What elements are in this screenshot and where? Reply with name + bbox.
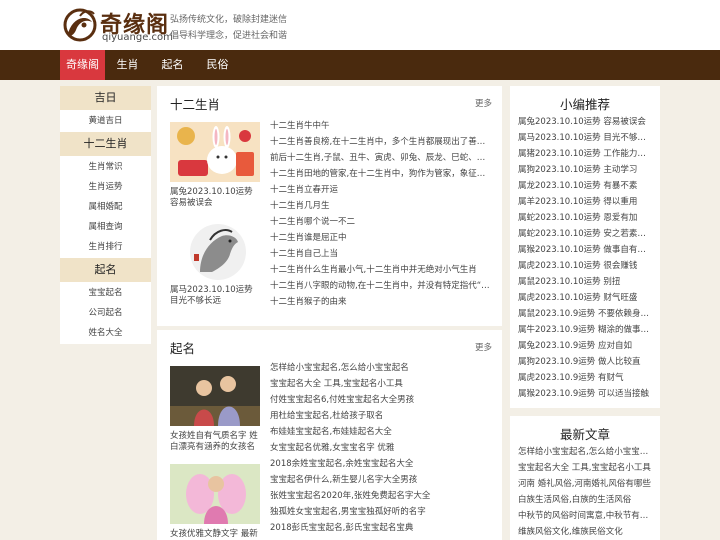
list-item[interactable]: 中秋节的风俗时间寓意,中秋节有哪些风俗 xyxy=(518,508,654,524)
slogan-line-2: 倡导科学理念，促进社会和谐 xyxy=(170,31,288,41)
list-item[interactable]: 2018彭氏宝宝起名,彭氏宝宝起名宝典 xyxy=(270,520,492,536)
category-heading-lucky-day: 吉日 xyxy=(60,86,151,110)
site-header: 奇缘阁 qiyuange.com 弘扬传统文化，破除封建迷信 倡导科学理念，促进… xyxy=(0,0,720,50)
list-item[interactable]: 属鼠2023.10.9运势 不要依赖身边人 xyxy=(518,306,654,322)
fairy-girl-caption[interactable]: 女孩优雅文静文字 最新 xyxy=(170,529,262,540)
list-item[interactable]: 宝宝起名大全 工具,宝宝起名小工具 xyxy=(518,460,654,476)
nav-item-naming[interactable]: 起名 xyxy=(150,50,195,80)
sidebar-item-baby-naming[interactable]: 宝宝起名 xyxy=(60,284,151,302)
list-item[interactable]: 属蛇2023.10.10运势 安之若素的心态 xyxy=(518,226,654,242)
list-item[interactable]: 十二生肖立春开运 xyxy=(270,182,492,198)
list-item[interactable]: 怎样给小宝宝起名,怎么给小宝宝起名 xyxy=(518,444,654,460)
naming-link-list: 怎样给小宝宝起名,怎么给小宝宝起名 宝宝起名大全 工具,宝宝起名小工具 付姓宝宝… xyxy=(270,360,492,536)
list-item[interactable]: 属马2023.10.10运势 目光不够长远 xyxy=(518,130,654,146)
list-item[interactable]: 属虎2023.10.10运势 财气旺盛 xyxy=(518,290,654,306)
editor-picks-title: 小编推荐 xyxy=(559,97,610,112)
list-item[interactable]: 用杜给宝宝起名,杜给孩子取名 xyxy=(270,408,492,424)
list-item[interactable]: 河南 婚礼风俗,河南婚礼风俗有哪些 xyxy=(518,476,654,492)
nav-item-zodiac[interactable]: 生肖 xyxy=(105,50,150,80)
rabbit-caption[interactable]: 属兔2023.10.10运势 容易被误会 xyxy=(170,187,262,209)
rabbit-illustration-icon xyxy=(170,122,260,182)
naming-panel-title: 起名 xyxy=(170,341,196,356)
girls-caption[interactable]: 女孩姓自有气质名字 姓白漂亮有涵养的女孩名 xyxy=(170,431,262,453)
list-item[interactable]: 十二生肖几月生 xyxy=(270,198,492,214)
list-item[interactable]: 十二生肖牛中午 xyxy=(270,118,492,134)
list-item[interactable]: 前后十二生肖,子鼠、丑牛、寅虎、卯兔、辰龙、巳蛇、午马、未羊 xyxy=(270,150,492,166)
zodiac-more-link[interactable]: 更多 xyxy=(475,97,492,109)
list-item[interactable]: 宝宝起名伊什么,新生婴儿名字大全男孩 xyxy=(270,472,492,488)
list-item[interactable]: 张姓宝宝起名2020年,张姓免费起名字大全 xyxy=(270,488,492,504)
site-logo[interactable]: 奇缘阁 qiyuange.com xyxy=(60,4,173,46)
rabbit-thumbnail[interactable] xyxy=(170,122,260,182)
list-item[interactable]: 布娃娃宝宝起名,布娃娃起名大全 xyxy=(270,424,492,440)
zodiac-panel-title: 十二生肖 xyxy=(170,97,221,112)
sidebar-item-name-library[interactable]: 姓名大全 xyxy=(60,324,151,342)
editor-picks-panel: 小编推荐 属兔2023.10.10运势 容易被误会 属马2023.10.10运势… xyxy=(510,86,660,408)
list-item[interactable]: 属鼠2023.10.10运势 别扭 xyxy=(518,274,654,290)
logo-domain: qiyuange.com xyxy=(102,32,173,43)
sidebar-item-zodiac-ranking[interactable]: 生肖排行 xyxy=(60,238,151,256)
list-item[interactable]: 十二生肖自己上当 xyxy=(270,246,492,262)
list-item[interactable]: 十二生肖八字眼的动物,在十二生肖中，并没有特定指代“八字眼” xyxy=(270,278,492,294)
naming-more-link[interactable]: 更多 xyxy=(475,341,492,353)
list-item[interactable]: 女宝宝起名优雅,女宝宝名字 优雅 xyxy=(270,440,492,456)
category-sidebar: 吉日 黄道吉日 十二生肖 生肖常识 生肖运势 属相婚配 属相查询 生肖排行 起名… xyxy=(60,86,151,344)
horse-caption[interactable]: 属马2023.10.10运势 目光不够长远 xyxy=(170,285,262,307)
dragon-logo-icon xyxy=(63,8,97,42)
slogan-line-1: 弘扬传统文化，破除封建迷信 xyxy=(170,15,288,25)
list-item[interactable]: 属龙2023.10.10运势 有暴不素 xyxy=(518,178,654,194)
list-item[interactable]: 属狗2023.10.10运势 主动学习 xyxy=(518,162,654,178)
fairy-girl-thumbnail[interactable] xyxy=(170,464,260,524)
list-item[interactable]: 独孤姓女宝宝起名,男宝宝独孤好听的名字 xyxy=(270,504,492,520)
list-item[interactable]: 付姓宝宝起名6,付姓宝宝起名大全男孩 xyxy=(270,392,492,408)
list-item[interactable]: 属羊2023.10.10运势 得以重用 xyxy=(518,194,654,210)
list-item[interactable]: 属牛2023.10.9运势 糊涂的做事方式 xyxy=(518,322,654,338)
list-item[interactable]: 属蛇2023.10.10运势 恩爱有加 xyxy=(518,210,654,226)
list-item[interactable]: 属虎2023.10.10运势 很会赚钱 xyxy=(518,258,654,274)
list-item[interactable]: 属兔2023.10.9运势 应对自如 xyxy=(518,338,654,354)
sidebar-item-zodiac-match[interactable]: 属相婚配 xyxy=(60,198,151,216)
sidebar-item-zodiac-basics[interactable]: 生肖常识 xyxy=(60,158,151,176)
zodiac-panel: 十二生肖 更多 属兔2023.10.10运势 容易被误会 属马2023.10.1… xyxy=(157,86,502,326)
category-heading-zodiac: 十二生肖 xyxy=(60,132,151,156)
list-item[interactable]: 属猴2023.10.9运势 可以适当接触 xyxy=(518,386,654,402)
list-item[interactable]: 属狗2023.10.9运势 做人比较直 xyxy=(518,354,654,370)
list-item[interactable]: 属虎2023.10.9运势 有财气 xyxy=(518,370,654,386)
list-item[interactable]: 白族生活风俗,白族的生活风俗 xyxy=(518,492,654,508)
list-item[interactable]: 十二生肖什么生肖最小气,十二生肖中并无绝对小气生肖 xyxy=(270,262,492,278)
list-item[interactable]: 宝宝起名大全 工具,宝宝起名小工具 xyxy=(270,376,492,392)
sidebar-item-zodiac-fortune[interactable]: 生肖运势 xyxy=(60,178,151,196)
sidebar-item-almanac[interactable]: 黄道吉日 xyxy=(60,112,151,130)
list-item[interactable]: 十二生肖谁是屈正中 xyxy=(270,230,492,246)
list-item[interactable]: 十二生肖哪个说一不二 xyxy=(270,214,492,230)
horse-thumbnail[interactable] xyxy=(170,220,260,280)
fairy-girl-photo-icon xyxy=(170,464,260,524)
girls-photo-icon xyxy=(170,366,260,426)
list-item[interactable]: 怎样给小宝宝起名,怎么给小宝宝起名 xyxy=(270,360,492,376)
nav-item-home[interactable]: 奇缘阁 xyxy=(60,50,105,80)
list-item[interactable]: 属猪2023.10.10运势 工作能力越来越强 xyxy=(518,146,654,162)
latest-articles-panel: 最新文章 怎样给小宝宝起名,怎么给小宝宝起名 宝宝起名大全 工具,宝宝起名小工具… xyxy=(510,416,660,540)
list-item[interactable]: 属兔2023.10.10运势 容易被误会 xyxy=(518,114,654,130)
list-item[interactable]: 十二生肖田地的管家,在十二生肖中，狗作为管家，象征着忠诚 xyxy=(270,166,492,182)
sidebar-item-zodiac-lookup[interactable]: 属相查询 xyxy=(60,218,151,236)
naming-panel: 起名 更多 女孩姓自有气质名字 姓白漂亮有涵养的女孩名 女孩优雅文静文字 最新 … xyxy=(157,330,502,540)
girls-thumbnail[interactable] xyxy=(170,366,260,426)
main-nav: 奇缘阁 生肖 起名 民俗 xyxy=(0,50,720,80)
list-item[interactable]: 维族风俗文化,维族民俗文化 xyxy=(518,524,654,540)
list-item[interactable]: 2018余姓宝宝起名,余姓宝宝起名大全 xyxy=(270,456,492,472)
horse-painting-icon xyxy=(170,220,260,280)
list-item[interactable]: 十二生肖善良榜,在十二生肖中，多个生肖都展现出了善良的品质 xyxy=(270,134,492,150)
category-heading-naming: 起名 xyxy=(60,258,151,282)
sidebar-item-company-naming[interactable]: 公司起名 xyxy=(60,304,151,322)
zodiac-link-list: 十二生肖牛中午 十二生肖善良榜,在十二生肖中，多个生肖都展现出了善良的品质 前后… xyxy=(270,118,492,310)
list-item[interactable]: 属猴2023.10.10运势 做事自有一套办法 xyxy=(518,242,654,258)
list-item[interactable]: 十二生肖猴子的由来 xyxy=(270,294,492,310)
nav-item-folk[interactable]: 民俗 xyxy=(195,50,240,80)
latest-articles-title: 最新文章 xyxy=(559,427,610,442)
